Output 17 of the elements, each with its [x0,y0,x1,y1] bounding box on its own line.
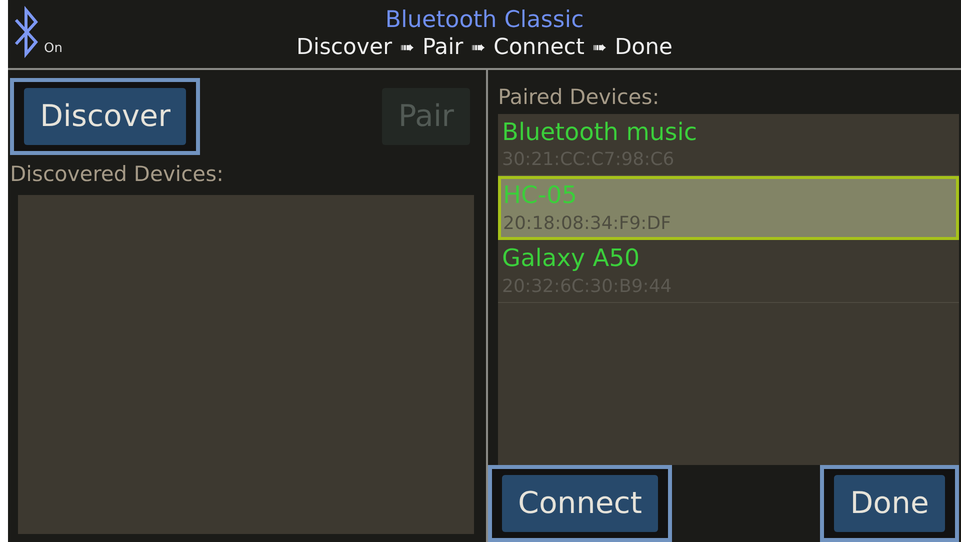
step-label: Done [614,34,673,61]
list-title: Paired Devices: [498,85,660,109]
device-name: HC-05 [503,181,578,210]
arrow-icon: ➠ [592,38,607,58]
step-label: Pair [422,34,464,61]
list-title: Discovered Devices: [10,162,224,186]
app-title: Bluetooth Classic [385,7,584,35]
bluetooth-status: On [44,40,62,58]
done-button[interactable]: Done [820,465,959,542]
connect-button[interactable]: Connect [488,465,672,542]
discover-button[interactable]: Discover [10,78,200,155]
arrow-icon: ➠ [400,38,414,58]
arrow-icon: ➠ [471,38,486,58]
device-name: Galaxy A50 [502,244,640,272]
step-label: Discover [296,34,392,61]
step-label: Connect [493,34,584,61]
device-name: Bluetooth music [502,118,698,146]
